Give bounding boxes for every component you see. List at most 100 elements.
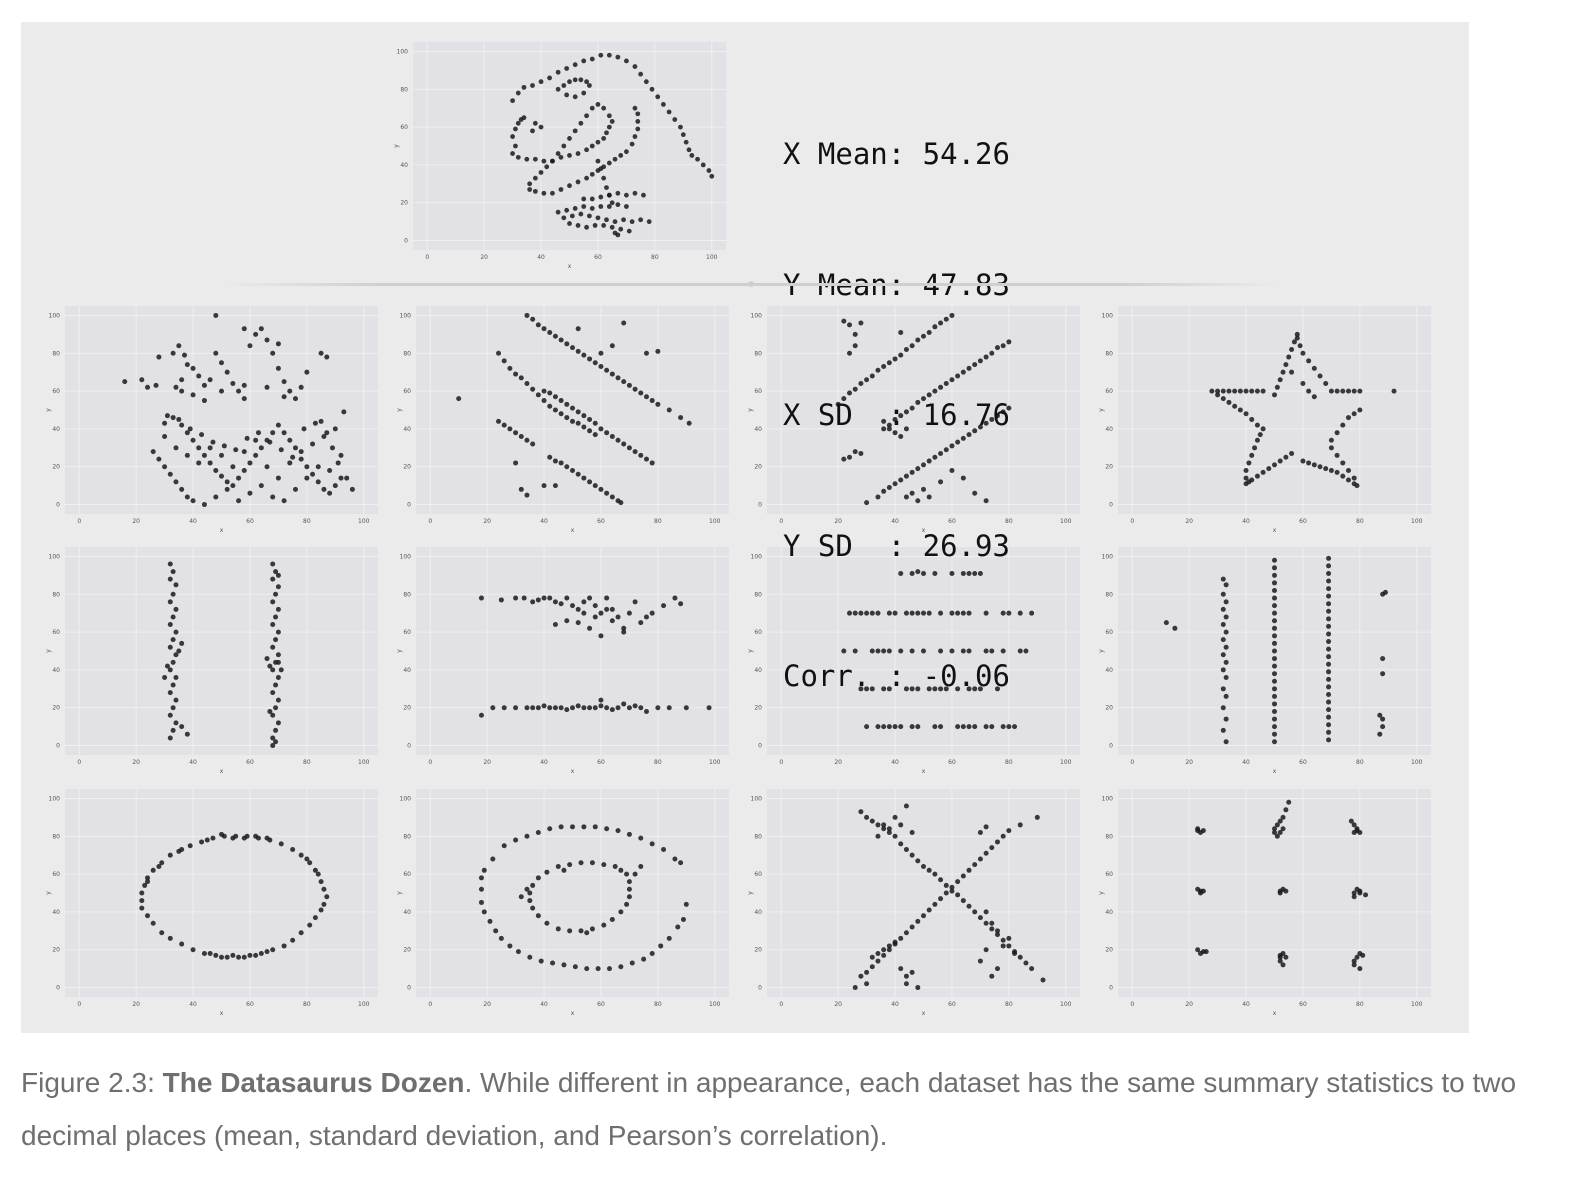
y-tick-label: 20 bbox=[403, 705, 411, 712]
data-point bbox=[552, 407, 558, 413]
data-point bbox=[170, 705, 176, 711]
data-point bbox=[530, 599, 536, 605]
data-point bbox=[881, 822, 887, 828]
data-point bbox=[258, 445, 264, 451]
data-point bbox=[960, 898, 966, 904]
data-point bbox=[558, 824, 564, 830]
data-point bbox=[1326, 639, 1332, 645]
data-point bbox=[977, 856, 983, 862]
data-point bbox=[304, 369, 310, 375]
data-point bbox=[1326, 684, 1332, 690]
data-point bbox=[1351, 475, 1357, 481]
data-point bbox=[581, 705, 587, 711]
data-point bbox=[547, 75, 552, 81]
data-point bbox=[258, 483, 264, 489]
data-point bbox=[1272, 709, 1277, 715]
data-point bbox=[584, 966, 590, 972]
data-point bbox=[612, 219, 618, 225]
data-point bbox=[1380, 656, 1386, 662]
x-tick-label: 80 bbox=[303, 518, 311, 525]
data-point bbox=[513, 430, 519, 436]
data-point bbox=[156, 864, 162, 870]
data-point bbox=[661, 102, 666, 107]
data-point bbox=[649, 460, 655, 466]
data-point bbox=[626, 382, 632, 388]
x-tick-label: 20 bbox=[483, 1001, 491, 1008]
data-point bbox=[875, 951, 881, 957]
data-point bbox=[983, 947, 989, 953]
data-point bbox=[1340, 388, 1346, 394]
data-point bbox=[564, 618, 570, 624]
data-point bbox=[1345, 388, 1351, 394]
data-point bbox=[1272, 640, 1277, 646]
data-point bbox=[535, 875, 541, 881]
data-point bbox=[253, 331, 259, 337]
data-point bbox=[170, 591, 176, 597]
scatter-svg-circle: 0 20 40 60 80 100 0 20 40 60 80 100 x y bbox=[45, 789, 378, 1017]
data-point bbox=[241, 449, 247, 455]
data-point bbox=[601, 175, 607, 181]
data-point bbox=[515, 154, 521, 160]
data-point bbox=[1012, 951, 1018, 957]
data-point bbox=[1274, 833, 1280, 839]
data-point bbox=[575, 420, 581, 426]
data-point bbox=[604, 430, 610, 436]
data-point bbox=[1198, 888, 1204, 894]
data-point bbox=[210, 835, 216, 841]
data-point bbox=[661, 847, 667, 853]
data-point bbox=[515, 120, 521, 126]
data-point bbox=[909, 852, 915, 858]
data-point bbox=[615, 614, 621, 620]
data-point bbox=[606, 52, 612, 58]
data-point bbox=[587, 416, 593, 422]
data-point bbox=[609, 916, 615, 922]
data-point bbox=[1340, 473, 1346, 479]
data-point bbox=[706, 705, 712, 711]
x-tick-label: 40 bbox=[189, 518, 197, 525]
data-point bbox=[179, 941, 185, 947]
data-point bbox=[338, 452, 344, 458]
x-tick-label: 20 bbox=[132, 1001, 140, 1008]
data-point bbox=[1220, 667, 1226, 673]
x-tick-label: 100 bbox=[709, 1001, 721, 1008]
data-point bbox=[1226, 388, 1232, 394]
data-point bbox=[292, 445, 298, 451]
data-point bbox=[1328, 437, 1334, 443]
data-point bbox=[190, 947, 196, 953]
data-point bbox=[1300, 458, 1306, 464]
data-point bbox=[581, 58, 587, 64]
data-point bbox=[655, 94, 661, 100]
data-point bbox=[649, 951, 655, 957]
data-point bbox=[558, 337, 564, 343]
data-point bbox=[581, 413, 587, 419]
data-point bbox=[507, 426, 513, 432]
data-point bbox=[267, 709, 273, 715]
data-point bbox=[550, 190, 555, 196]
y-axis-label: y bbox=[747, 649, 754, 653]
data-point bbox=[1272, 557, 1277, 563]
data-point bbox=[538, 79, 544, 85]
data-point bbox=[955, 892, 961, 898]
data-point bbox=[1272, 587, 1277, 593]
data-point bbox=[641, 956, 647, 962]
data-point bbox=[179, 724, 185, 730]
data-point bbox=[595, 139, 601, 145]
x-tick-label: 100 bbox=[1060, 1001, 1072, 1008]
data-point bbox=[535, 829, 541, 835]
data-point bbox=[655, 705, 661, 711]
data-point bbox=[513, 460, 519, 466]
data-point bbox=[649, 86, 655, 92]
data-point bbox=[513, 837, 519, 843]
data-point bbox=[281, 394, 287, 400]
y-tick-label: 80 bbox=[403, 350, 411, 357]
data-point bbox=[601, 136, 607, 141]
data-point bbox=[122, 379, 128, 385]
data-point bbox=[601, 223, 607, 228]
data-point bbox=[1272, 580, 1277, 586]
scatter-plot-dino: 0 20 40 60 80 100 0 20 40 60 80 100 x y bbox=[393, 42, 748, 287]
data-point bbox=[173, 445, 179, 451]
data-point bbox=[561, 83, 567, 88]
data-point bbox=[1220, 396, 1226, 402]
data-point bbox=[561, 143, 567, 149]
data-point bbox=[213, 952, 219, 958]
